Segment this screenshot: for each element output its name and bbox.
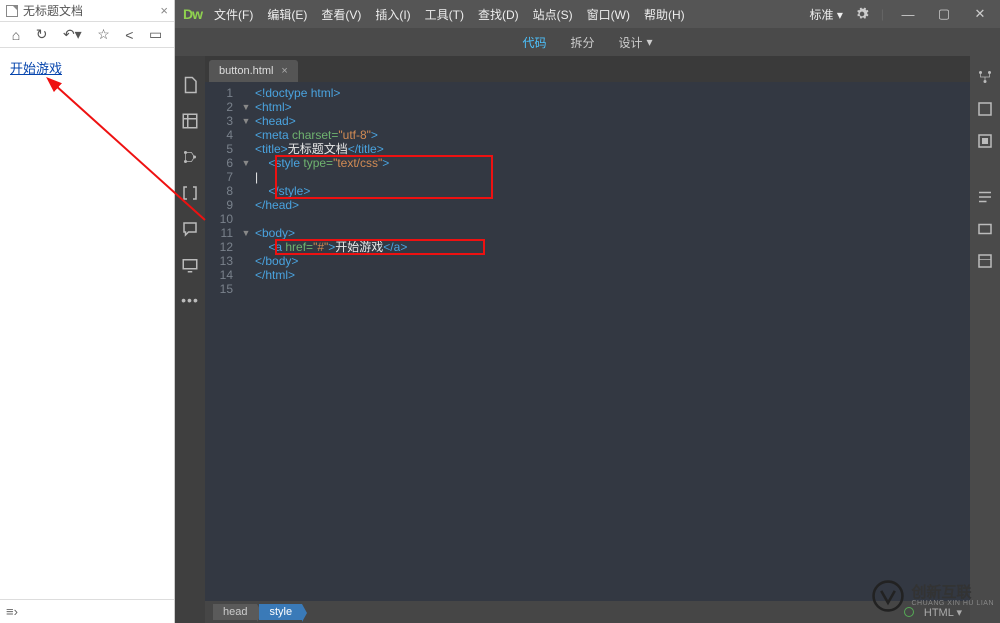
preview-titlebar: 无标题文档 × xyxy=(0,0,174,22)
tab-bar: button.html × xyxy=(205,56,970,82)
file-icon[interactable] xyxy=(181,76,199,94)
panel-icon-1[interactable] xyxy=(976,68,994,86)
list-icon[interactable]: ≡› xyxy=(6,604,18,619)
tab-label: button.html xyxy=(219,65,273,77)
crumb-style[interactable]: style xyxy=(259,604,302,620)
preview-content: 开始游戏 xyxy=(0,48,174,599)
right-tool-rail xyxy=(970,56,1000,623)
crumb-head[interactable]: head xyxy=(213,604,257,620)
branch-icon[interactable] xyxy=(181,148,199,166)
close-button[interactable]: ✕ xyxy=(968,6,992,22)
left-tool-rail: ••• xyxy=(175,56,205,623)
menu-site[interactable]: 站点(S) xyxy=(533,6,573,23)
file-tab[interactable]: button.html × xyxy=(209,60,298,82)
preview-bottom-bar: ≡› xyxy=(0,599,174,623)
more-icon[interactable]: ••• xyxy=(181,292,199,308)
menu-window[interactable]: 窗口(W) xyxy=(587,6,630,23)
menu-view[interactable]: 查看(V) xyxy=(321,6,361,23)
manage-icon[interactable] xyxy=(181,112,199,130)
dreamweaver-app: Dw 文件(F) 编辑(E) 查看(V) 插入(I) 工具(T) 查找(D) 站… xyxy=(175,0,1000,623)
panel-icon-2[interactable] xyxy=(976,100,994,118)
menu-file[interactable]: 文件(F) xyxy=(214,6,253,23)
view-design[interactable]: 设计▾ xyxy=(618,34,652,51)
code-editor[interactable]: 123456789101112131415 ▼▼▼▼ <!doctype htm… xyxy=(205,82,970,601)
maximize-button[interactable]: ▢ xyxy=(932,6,956,22)
fold-column: ▼▼▼▼ xyxy=(241,82,251,601)
brackets-icon[interactable] xyxy=(181,184,199,202)
star-icon[interactable]: ☆ xyxy=(93,24,114,45)
back-icon[interactable]: < xyxy=(121,25,137,45)
menu-help[interactable]: 帮助(H) xyxy=(644,6,685,23)
panel-icon-5[interactable] xyxy=(976,220,994,238)
watermark-logo-icon xyxy=(871,579,905,613)
code-lines[interactable]: <!doctype html><html><head><meta charset… xyxy=(251,82,970,601)
panel-icon-6[interactable] xyxy=(976,252,994,270)
preview-icon[interactable] xyxy=(181,256,199,274)
start-game-link[interactable]: 开始游戏 xyxy=(10,61,62,76)
document-icon xyxy=(6,5,18,17)
tab-close-icon[interactable]: × xyxy=(281,65,287,77)
preview-toolbar: ⌂ ↻ ↶▾ ☆ < ▭ xyxy=(0,22,174,48)
menubar: Dw 文件(F) 编辑(E) 查看(V) 插入(I) 工具(T) 查找(D) 站… xyxy=(175,0,1000,28)
minimize-button[interactable]: — xyxy=(896,7,920,22)
watermark-sub: CHUANG XIN HU LIAN xyxy=(911,600,994,607)
preview-title: 无标题文档 xyxy=(23,2,83,19)
view-switcher: 代码 拆分 设计▾ xyxy=(175,28,1000,56)
panel-icon-4[interactable] xyxy=(976,188,994,206)
editor-area: button.html × 123456789101112131415 ▼▼▼▼… xyxy=(205,56,970,623)
chat-icon[interactable] xyxy=(181,220,199,238)
undo-icon[interactable]: ↶▾ xyxy=(59,24,86,45)
menu-edit[interactable]: 编辑(E) xyxy=(267,6,307,23)
panel-icon-3[interactable] xyxy=(976,132,994,150)
app-logo: Dw xyxy=(183,6,202,22)
menu-insert[interactable]: 插入(I) xyxy=(375,6,410,23)
home-icon[interactable]: ⌂ xyxy=(8,25,24,45)
refresh-icon[interactable]: ↻ xyxy=(32,24,52,45)
menu-tools[interactable]: 工具(T) xyxy=(425,6,464,23)
preview-pane: 无标题文档 × ⌂ ↻ ↶▾ ☆ < ▭ 开始游戏 ≡› xyxy=(0,0,175,623)
menu-find[interactable]: 查找(D) xyxy=(478,6,519,23)
watermark-brand: 创新互联 xyxy=(911,586,994,600)
gear-icon[interactable] xyxy=(855,7,869,21)
close-icon[interactable]: × xyxy=(160,3,168,18)
view-split[interactable]: 拆分 xyxy=(570,34,594,51)
workspace-mode[interactable]: 标准 ▾ xyxy=(810,6,843,23)
breadcrumb: head style HTML ▾ xyxy=(205,601,970,623)
page-icon[interactable]: ▭ xyxy=(145,24,166,45)
line-gutter: 123456789101112131415 xyxy=(205,82,241,601)
view-code[interactable]: 代码 xyxy=(522,34,546,51)
watermark: 创新互联 CHUANG XIN HU LIAN xyxy=(871,579,994,613)
